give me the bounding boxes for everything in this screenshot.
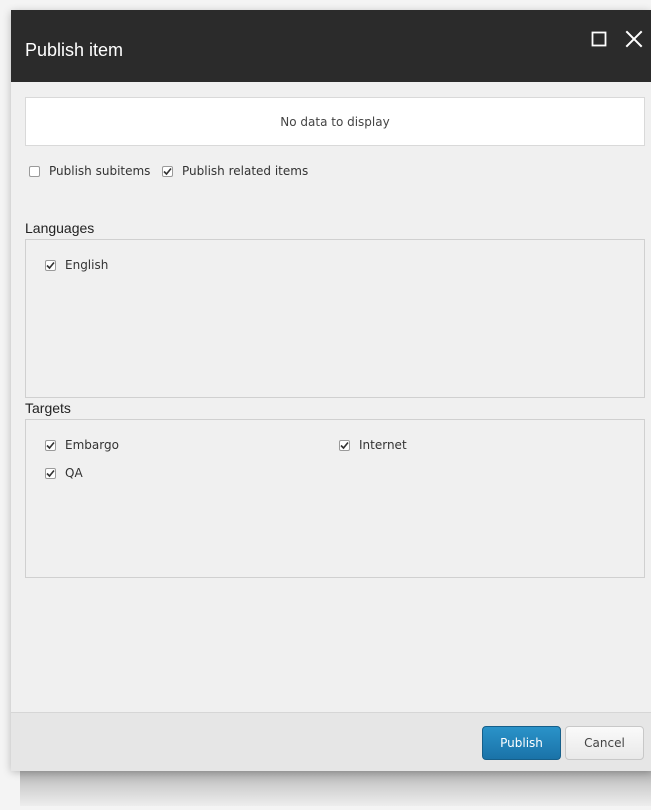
publish-button[interactable]: Publish <box>482 726 561 760</box>
items-grid: No data to display <box>25 97 645 146</box>
checkbox-box[interactable] <box>339 439 350 451</box>
checkbox-box[interactable] <box>162 165 173 177</box>
checkmark-icon <box>46 261 55 269</box>
checkbox-box[interactable] <box>45 259 56 271</box>
checkbox-box[interactable] <box>45 439 56 451</box>
target-label: Internet <box>359 438 407 452</box>
grid-empty-text: No data to display <box>280 114 390 129</box>
languages-panel: English <box>25 239 645 398</box>
target-qa-checkbox[interactable]: QA <box>45 466 83 480</box>
dialog-header: Publish item <box>11 10 651 82</box>
language-english-checkbox[interactable]: English <box>45 258 108 272</box>
dialog-title: Publish item <box>25 40 124 60</box>
checkmark-icon <box>340 441 349 449</box>
languages-heading: Languages <box>25 220 95 236</box>
publish-related-items-checkbox[interactable]: Publish related items <box>162 164 308 178</box>
publish-subitems-checkbox[interactable]: Publish subitems <box>29 164 150 178</box>
close-icon <box>625 30 643 48</box>
publish-related-items-label: Publish related items <box>182 164 309 178</box>
checkmark-icon <box>46 469 55 477</box>
target-label: QA <box>65 466 83 480</box>
target-label: Embargo <box>65 438 119 452</box>
target-embargo-checkbox[interactable]: Embargo <box>45 438 119 452</box>
targets-panel: Embargo Internet QA <box>25 419 645 578</box>
maximize-button[interactable] <box>588 28 610 50</box>
cancel-button[interactable]: Cancel <box>565 726 644 760</box>
publish-item-dialog: Publish item No data to display Publish … <box>11 10 651 771</box>
language-label: English <box>65 258 109 272</box>
close-button[interactable] <box>623 28 645 50</box>
targets-heading: Targets <box>25 400 71 416</box>
checkbox-box[interactable] <box>45 467 56 479</box>
maximize-icon <box>591 31 607 47</box>
dialog-shadow <box>20 768 651 806</box>
target-internet-checkbox[interactable]: Internet <box>339 438 407 452</box>
publish-subitems-label: Publish subitems <box>49 164 151 178</box>
checkmark-icon <box>46 441 55 449</box>
dialog-footer: Publish Cancel <box>11 712 651 771</box>
checkbox-box[interactable] <box>29 165 40 177</box>
checkmark-icon <box>163 167 172 175</box>
